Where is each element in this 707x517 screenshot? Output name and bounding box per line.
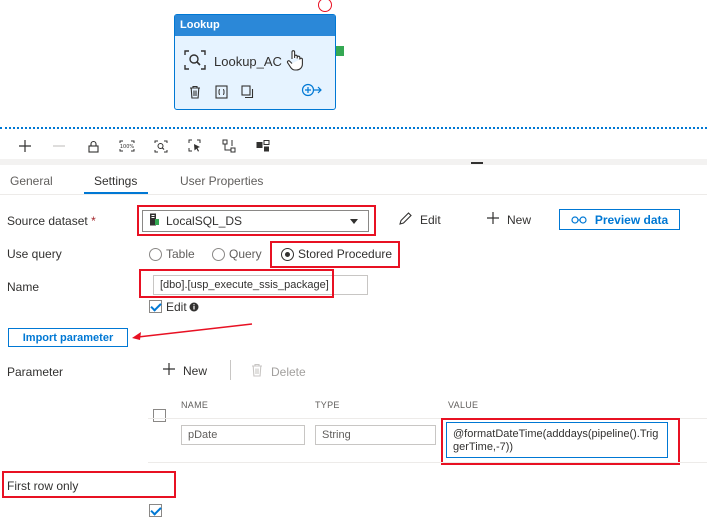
delete-icon[interactable] xyxy=(187,84,203,100)
stored-procedure-name-value: [dbo].[usp_execute_ssis_package] xyxy=(160,279,329,291)
import-parameter-label: Import parameter xyxy=(22,331,114,344)
parameter-label: Parameter xyxy=(7,365,64,379)
delete-parameter-label: Delete xyxy=(271,364,306,379)
canvas-toolbar: 100% xyxy=(8,137,280,155)
add-next-icon[interactable] xyxy=(301,83,323,100)
lookup-activity-node[interactable]: Lookup Lookup_AC xyxy=(174,14,336,110)
radio-table[interactable]: Table xyxy=(149,247,195,261)
new-parameter-label: New xyxy=(183,363,208,378)
lock-icon[interactable] xyxy=(76,137,110,155)
add-icon[interactable] xyxy=(8,137,42,155)
plus-icon xyxy=(487,212,499,227)
chevron-down-icon xyxy=(350,219,358,224)
column-header-value: VALUE xyxy=(448,400,479,410)
remove-icon[interactable] xyxy=(42,137,76,155)
node-header: Lookup xyxy=(175,15,335,36)
source-dataset-dropdown[interactable]: LocalSQL_DS xyxy=(142,210,369,232)
parameter-value-field[interactable]: @formatDateTime(adddays(pipeline().Trigg… xyxy=(446,422,668,458)
tabs-divider xyxy=(0,194,707,195)
edit-checkbox[interactable] xyxy=(149,300,162,313)
code-icon[interactable] xyxy=(213,84,229,100)
edit-dataset-label: Edit xyxy=(420,213,441,227)
svg-text:100%: 100% xyxy=(120,144,135,150)
parameter-name-field[interactable]: pDate xyxy=(181,425,305,445)
annotation-arrow xyxy=(132,323,253,340)
preview-data-button[interactable]: Preview data xyxy=(559,209,680,230)
hand-cursor-icon xyxy=(286,49,304,74)
new-dataset-button[interactable]: New xyxy=(487,212,531,227)
radio-stored-procedure[interactable]: Stored Procedure xyxy=(281,247,392,261)
radio-table-label: Table xyxy=(166,247,195,261)
canvas-divider xyxy=(0,127,707,129)
parameter-type-value: String xyxy=(322,429,351,441)
column-header-type: TYPE xyxy=(315,400,340,410)
edit-dataset-button[interactable]: Edit xyxy=(399,212,441,228)
import-parameter-button[interactable]: Import parameter xyxy=(8,328,128,347)
zoom-100-icon[interactable]: 100% xyxy=(110,137,144,155)
select-all-checkbox[interactable] xyxy=(153,409,166,422)
parameter-value-text: @formatDateTime(adddays(pipeline().Trigg… xyxy=(453,428,659,453)
auto-align-icon[interactable] xyxy=(212,137,246,155)
radio-circle xyxy=(149,247,162,261)
name-label: Name xyxy=(7,280,40,294)
source-dataset-label: Source dataset * xyxy=(7,214,96,228)
zoom-fit-icon[interactable] xyxy=(144,137,178,155)
info-icon[interactable] xyxy=(189,301,199,315)
delete-parameter-button[interactable]: Delete xyxy=(251,363,306,380)
new-parameter-button[interactable]: New xyxy=(163,363,207,378)
stored-procedure-name-field[interactable]: [dbo].[usp_execute_ssis_package] xyxy=(153,275,368,295)
radio-stored-procedure-label: Stored Procedure xyxy=(298,247,393,261)
column-header-name: NAME xyxy=(181,400,209,410)
tab-user-properties[interactable]: User Properties xyxy=(180,174,263,188)
plus-icon xyxy=(163,363,175,378)
select-icon[interactable] xyxy=(178,137,212,155)
panel-separator xyxy=(0,159,707,165)
node-name: Lookup_AC xyxy=(214,54,282,69)
success-connector[interactable] xyxy=(336,46,344,56)
search-icon xyxy=(184,50,206,73)
pencil-icon xyxy=(399,212,412,228)
edit-checkbox-label: Edit xyxy=(166,300,187,314)
radio-query[interactable]: Query xyxy=(212,247,262,261)
parameter-name-value: pDate xyxy=(188,429,218,441)
toolbar-divider xyxy=(230,360,231,380)
glasses-icon xyxy=(571,213,587,227)
delete-icon xyxy=(251,363,263,380)
radio-query-label: Query xyxy=(229,247,262,261)
use-query-label: Use query xyxy=(7,247,62,261)
radio-circle xyxy=(212,247,225,261)
panel-resize-handle[interactable] xyxy=(471,162,483,164)
table-header-divider xyxy=(148,418,707,419)
new-dataset-label: New xyxy=(507,212,532,227)
tab-general[interactable]: General xyxy=(10,174,53,188)
table-row-divider xyxy=(148,462,707,463)
tab-settings[interactable]: Settings xyxy=(94,174,137,188)
copy-icon[interactable] xyxy=(239,84,255,100)
preview-data-label: Preview data xyxy=(594,212,669,227)
first-row-only-label: First row only xyxy=(7,479,79,493)
parameter-type-field[interactable]: String xyxy=(315,425,436,445)
layout-icon[interactable] xyxy=(246,137,280,155)
database-icon xyxy=(149,213,160,229)
radio-circle xyxy=(281,247,294,261)
source-dataset-value: LocalSQL_DS xyxy=(166,214,243,228)
error-connector[interactable] xyxy=(318,0,332,12)
